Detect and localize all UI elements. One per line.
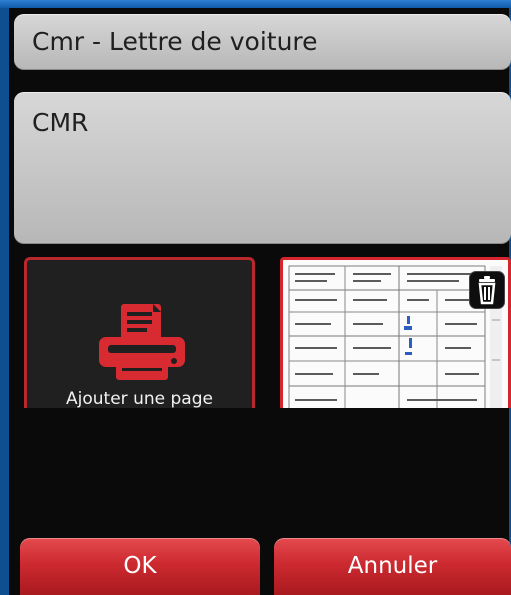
add-page-label: Ajouter une page [66,389,213,408]
page-thumbnails: Ajouter une page [24,257,511,408]
document-type-value: Cmr - Lettre de voiture [32,27,318,56]
printer-icon [99,304,185,380]
page-thumbnail[interactable] [280,257,511,408]
left-edge-strip [0,8,9,595]
document-note-value: CMR [32,108,89,137]
delete-page-button[interactable] [470,272,504,308]
document-note-field[interactable]: CMR [14,92,511,244]
top-accent-bar [0,0,511,8]
document-edit-screen: Cmr - Lettre de voiture CMR Ajouter une … [0,0,511,595]
trash-icon [478,276,496,305]
cancel-button[interactable]: Annuler [274,538,511,595]
document-type-field[interactable]: Cmr - Lettre de voiture [14,14,511,70]
add-page-button[interactable]: Ajouter une page [24,257,255,408]
ok-button[interactable]: OK [20,538,260,595]
